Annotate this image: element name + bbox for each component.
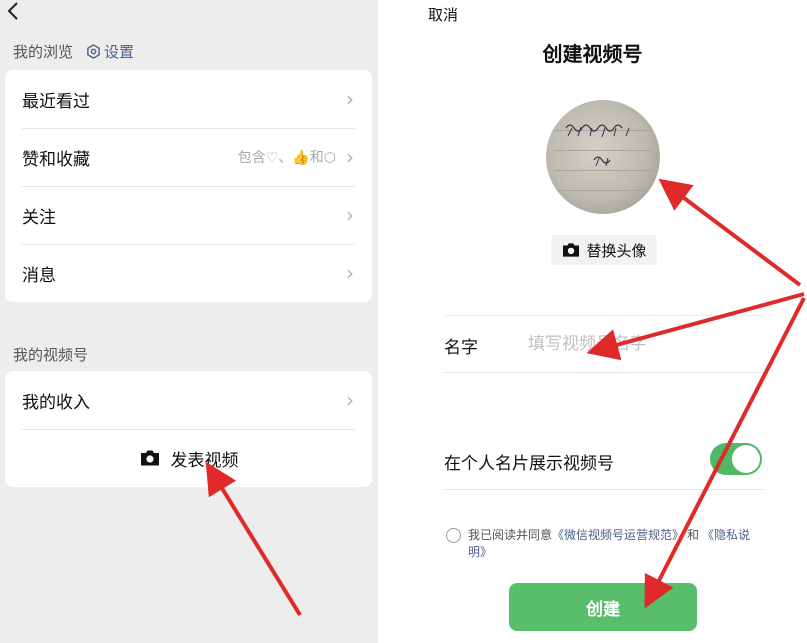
chevron-right-icon: › xyxy=(346,388,354,412)
ops-policy-link[interactable]: 《微信视频号运营规范》 xyxy=(552,528,684,542)
create-button[interactable]: 创建 xyxy=(509,583,697,631)
right-pane: 取消 创建视频号 替换头像 名字 在个人名片 xyxy=(378,0,807,643)
camera-icon xyxy=(140,450,159,466)
list-item-label: 最近看过 xyxy=(22,91,90,112)
agree-prefix: 我已阅读并同意 xyxy=(468,528,553,542)
list-item-follow[interactable]: 关注 › xyxy=(5,186,372,244)
name-input[interactable] xyxy=(528,331,748,357)
list-item-likes[interactable]: 赞和收藏 包含♡、👍和⬡ › xyxy=(5,128,372,186)
list-item-messages[interactable]: 消息 › xyxy=(5,244,372,302)
back-button[interactable] xyxy=(6,0,28,26)
publish-video-button[interactable]: 发表视频 xyxy=(5,429,372,487)
left-pane: 我的浏览 设置 最近看过 › 赞和收藏 包含♡、👍和⬡ › 关注 › 消息 › … xyxy=(0,0,378,643)
list-item-income[interactable]: 我的收入 › xyxy=(5,371,372,429)
settings-gear-icon xyxy=(87,44,100,59)
cancel-button[interactable]: 取消 xyxy=(428,4,458,25)
name-label: 名字 xyxy=(444,338,478,358)
page-title: 创建视频号 xyxy=(542,42,643,66)
list-item-label: 关注 xyxy=(22,207,56,228)
handwriting-icon xyxy=(565,124,630,167)
list-item-recent[interactable]: 最近看过 › xyxy=(5,70,372,128)
avatar[interactable] xyxy=(546,100,660,214)
list-item-label: 消息 xyxy=(22,265,56,286)
agree-and: 和 xyxy=(687,528,700,542)
settings-link[interactable]: 设置 xyxy=(86,41,134,62)
browse-section-title: 我的浏览 xyxy=(13,43,74,61)
replace-avatar-label: 替换头像 xyxy=(586,241,647,260)
chevron-right-icon: › xyxy=(346,145,354,169)
show-on-card-toggle[interactable] xyxy=(710,443,762,475)
chevron-right-icon: › xyxy=(346,261,354,285)
toggle-knob xyxy=(732,445,760,473)
camera-icon xyxy=(563,243,580,257)
browse-card: 最近看过 › 赞和收藏 包含♡、👍和⬡ › 关注 › 消息 › xyxy=(5,70,372,302)
replace-avatar-button[interactable]: 替换头像 xyxy=(551,235,657,265)
likes-hint: 包含♡、👍和⬡ xyxy=(237,150,336,166)
screenshot-root: 我的浏览 设置 最近看过 › 赞和收藏 包含♡、👍和⬡ › 关注 › 消息 › … xyxy=(0,0,807,643)
show-on-card-row: 在个人名片展示视频号 xyxy=(444,430,764,490)
agreement: 我已阅读并同意《微信视频号运营规范》和《隐私说明》 xyxy=(446,527,766,561)
list-item-label: 我的收入 xyxy=(22,392,90,413)
back-chevron-icon xyxy=(7,2,18,20)
publish-label: 发表视频 xyxy=(170,450,239,471)
agree-checkbox[interactable] xyxy=(446,528,461,543)
settings-label: 设置 xyxy=(104,43,135,61)
channels-section-title: 我的视频号 xyxy=(13,346,89,364)
chevron-right-icon: › xyxy=(346,203,354,227)
show-on-card-label: 在个人名片展示视频号 xyxy=(444,454,614,474)
channels-card: 我的收入 › 发表视频 xyxy=(5,371,372,487)
chevron-right-icon: › xyxy=(346,87,354,111)
agreement-text: 我已阅读并同意《微信视频号运营规范》和《隐私说明》 xyxy=(468,527,766,561)
name-field-row: 名字 xyxy=(444,315,764,373)
list-item-label: 赞和收藏 xyxy=(22,149,90,170)
